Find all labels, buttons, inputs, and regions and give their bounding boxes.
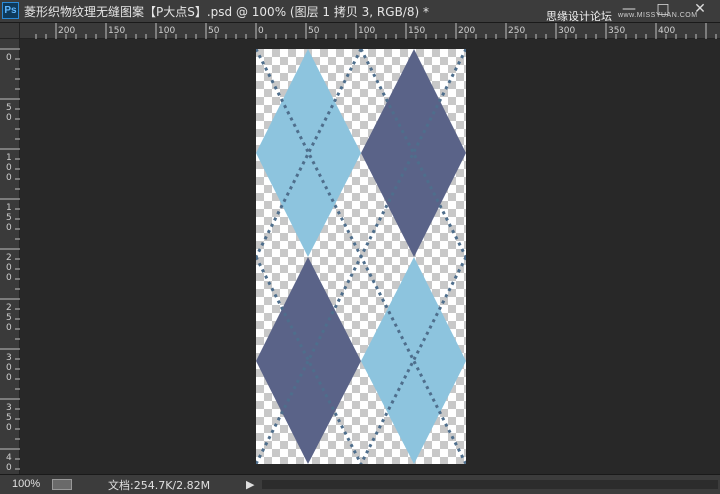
- watermark-text: 思缘设计论坛: [546, 10, 612, 23]
- ruler-label: 0: [6, 323, 12, 333]
- ruler-label: 0: [6, 223, 12, 233]
- ruler-label: 350: [608, 26, 625, 36]
- horizontal-ruler-ticks: 200 150 100 50 0 50 100 150 200 250 300 350 400: [35, 23, 717, 39]
- ruler-label: 5: [6, 413, 12, 423]
- ruler-corner[interactable]: [0, 23, 20, 39]
- ruler-label: 2: [6, 303, 12, 313]
- status-bar: 100% 文档:254.7K/2.82M ▶: [0, 474, 720, 494]
- ruler-label: 0: [6, 113, 12, 123]
- ruler-label: 0: [258, 26, 264, 36]
- vertical-ruler-ticks: 05010015020025030035040: [0, 48, 20, 473]
- ruler-label: 200: [458, 26, 475, 36]
- ruler-label: 100: [358, 26, 375, 36]
- document-title: 菱形织物纹理无缝图案【P大点S】.psd @ 100% (图层 1 拷贝 3, …: [24, 5, 429, 19]
- ruler-label: 5: [6, 213, 12, 223]
- ruler-label: 2: [6, 253, 12, 263]
- vertical-ruler[interactable]: 05010015020025030035040: [0, 39, 20, 474]
- ruler-label: 0: [6, 273, 12, 283]
- ruler-label: 400: [658, 26, 675, 36]
- close-button[interactable]: ✕: [680, 0, 720, 20]
- menu-arrow-icon[interactable]: ▶: [246, 478, 254, 491]
- ruler-label: 100: [158, 26, 175, 36]
- minimize-button[interactable]: —: [612, 0, 646, 20]
- ruler-label: 4: [6, 453, 12, 463]
- ruler-label: 3: [6, 403, 12, 413]
- ruler-label: 0: [6, 373, 12, 383]
- maximize-button[interactable]: □: [646, 0, 680, 20]
- document-canvas[interactable]: [254, 48, 468, 465]
- ruler-label: 50: [308, 26, 320, 36]
- document-info: 文档:254.7K/2.82M: [108, 479, 211, 492]
- ruler-label: 300: [558, 26, 575, 36]
- ruler-label: 1: [6, 153, 12, 163]
- ruler-label: 50: [208, 26, 220, 36]
- horizontal-ruler[interactable]: 200 150 100 50 0 50 100 150 200 250 300 350 400: [20, 23, 720, 39]
- navigator-icon[interactable]: [52, 479, 72, 490]
- ruler-label: 250: [508, 26, 525, 36]
- ruler-label: 0: [6, 173, 12, 183]
- ruler-label: 0: [6, 423, 12, 433]
- argyle-pattern: [254, 48, 468, 465]
- ruler-label: 0: [6, 363, 12, 373]
- ruler-label: 1: [6, 203, 12, 213]
- ruler-label: 150: [408, 26, 425, 36]
- ruler-label: 0: [6, 163, 12, 173]
- photoshop-logo-icon: Ps: [2, 2, 19, 19]
- zoom-level[interactable]: 100%: [12, 478, 40, 490]
- ruler-label: 200: [58, 26, 75, 36]
- title-bar: Ps 菱形织物纹理无缝图案【P大点S】.psd @ 100% (图层 1 拷贝 …: [0, 0, 720, 23]
- ruler-label: 5: [6, 103, 12, 113]
- horizontal-scrollbar[interactable]: [262, 480, 718, 489]
- ruler-label: 3: [6, 353, 12, 363]
- ruler-label: 5: [6, 313, 12, 323]
- ruler-label: 150: [108, 26, 125, 36]
- ruler-label: 0: [6, 263, 12, 273]
- ruler-label: 0: [6, 463, 12, 473]
- ruler-label: 0: [6, 53, 12, 63]
